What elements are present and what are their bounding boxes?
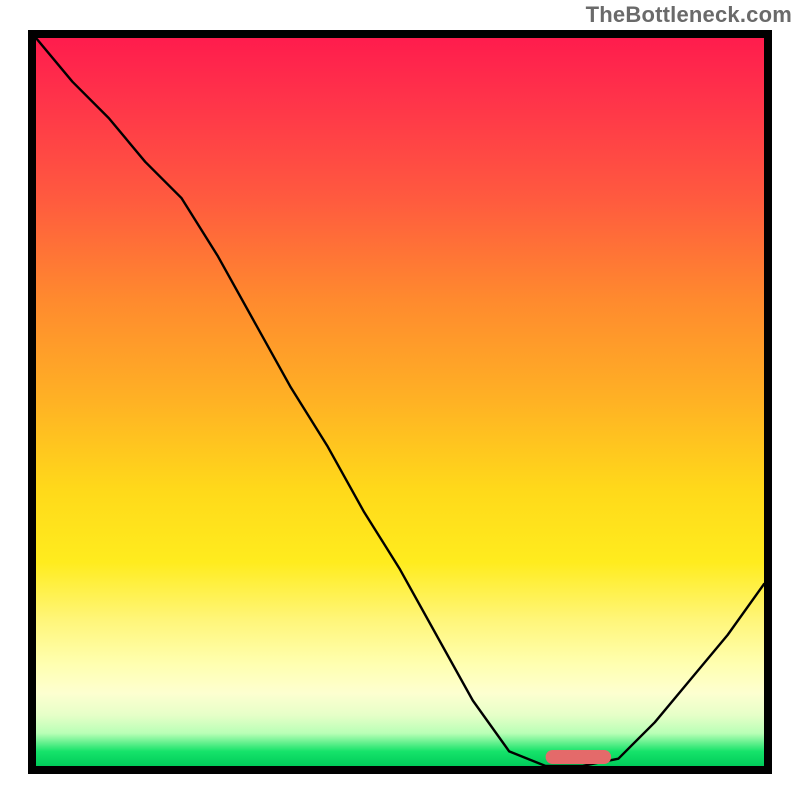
watermark-text: TheBottleneck.com: [586, 2, 792, 28]
chart-frame: [28, 30, 772, 774]
chart-optimum-marker: [36, 38, 764, 766]
chart-plot-area: [36, 38, 764, 766]
